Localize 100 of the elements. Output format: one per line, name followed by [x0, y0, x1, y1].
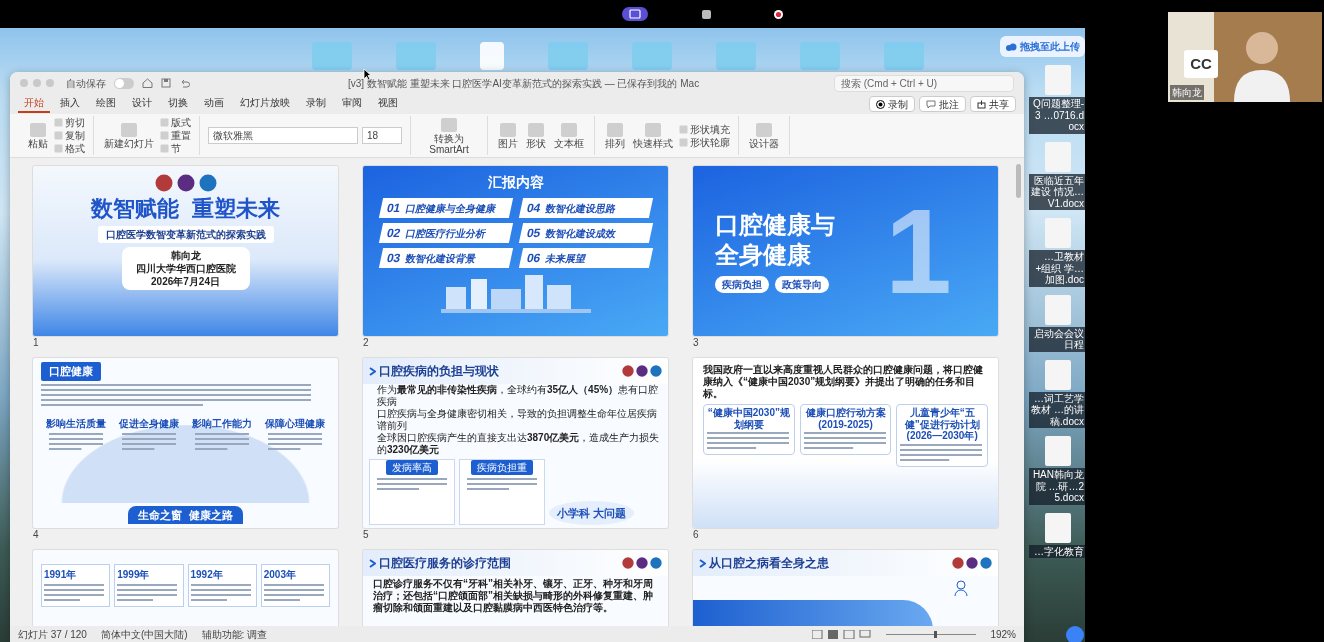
- ribbon-tab[interactable]: 幻灯片放映: [234, 95, 296, 113]
- ribbon-button[interactable]: 图片: [496, 122, 520, 149]
- folder-icon[interactable]: [884, 42, 924, 70]
- slide-number: 5: [363, 528, 370, 542]
- language-label: 简体中文(中国大陆): [100, 627, 188, 642]
- slide-thumbnail[interactable]: 口腔医疗服务的诊疗范围 口腔诊疗服务不仅有“牙科”相关补牙、镶牙、正牙、种牙和牙周治疗；还包括“口腔颌面部”相关缺损与畸形的外科修复重建、肿瘤切除和颌面重建以及口腔黏膜病中西医特色治疗等。: [363, 550, 668, 626]
- file-name[interactable]: 启动会会议日程: [1029, 326, 1085, 352]
- tool-icon: [440, 116, 458, 133]
- panel-title: 发病率高: [386, 460, 438, 475]
- widget-button[interactable]: [1066, 626, 1084, 642]
- slide-title: 汇报内容: [487, 173, 544, 192]
- slide-thumbnail[interactable]: 汇报内容 01 口腔健康与全身健康 04 数智化建设思路 02 口腔医疗行业分析 05 数智化建设成效 03 数智化建设背景 06 未来展望: [363, 166, 668, 336]
- slide-subtitle: 口腔医学数智变革新范式的探索实践: [97, 226, 274, 244]
- screen-share-button[interactable]: [622, 7, 648, 21]
- tool-icon: [499, 122, 517, 138]
- comment-button[interactable]: 批注: [919, 96, 966, 112]
- folder-icon[interactable]: [548, 42, 588, 70]
- ribbon-button[interactable]: 版式: [160, 116, 191, 129]
- document-icon[interactable]: [1045, 512, 1071, 543]
- ribbon-button[interactable]: 复制: [54, 129, 85, 142]
- item-label: 未来展望: [543, 251, 587, 266]
- item-number: 02: [384, 225, 402, 242]
- file-name[interactable]: 医临近五年建设 情况…V1.docx: [1029, 173, 1085, 210]
- year-label: 2003年: [263, 568, 297, 582]
- folder-icon[interactable]: [800, 42, 840, 70]
- folder-icon[interactable]: [632, 42, 672, 70]
- file-name[interactable]: HAN韩向龙院 …研…25.docx: [1029, 468, 1085, 505]
- ribbon-button[interactable]: 形状填充: [679, 122, 730, 136]
- ribbon-button[interactable]: 设计器: [747, 122, 781, 149]
- tool-icon: [644, 122, 662, 138]
- autosave-toggle[interactable]: [114, 77, 134, 89]
- record-button[interactable]: 录制: [869, 96, 915, 112]
- participant-name: 韩向龙: [1170, 85, 1204, 100]
- ribbon-tab[interactable]: 视图: [372, 95, 404, 113]
- ribbon-button[interactable]: 节: [160, 142, 191, 155]
- item-label: 数智化建设思路: [543, 201, 617, 216]
- search-field[interactable]: 搜索 (Cmd + Ctrl + U): [834, 74, 1014, 92]
- person-icon: [954, 580, 968, 596]
- folder-icon[interactable]: [396, 42, 436, 70]
- ribbon-button[interactable]: 文本框: [552, 122, 586, 149]
- ribbon-button[interactable]: 排列: [603, 122, 627, 149]
- ribbon-button[interactable]: 转换为SmartArt: [419, 116, 479, 155]
- ribbon-button[interactable]: 重置: [160, 129, 191, 142]
- slide-thumbnail[interactable]: 1991年 1999年 1992年 2003年: [33, 550, 338, 626]
- item-number: 03: [384, 250, 402, 267]
- item-number: 05: [524, 225, 542, 242]
- emblem-icon: [636, 557, 648, 569]
- slide-thumbnail[interactable]: 我国政府一直以来高度重视人民群众的口腔健康问题，将口腔健康纳入《“健康中国2030”规划纲要》并提出了明确的任务和目标。 “健康中国2030”规划纲要 健康口腔行动方案 (2019-2025) 儿童青少年“五健”促进行动计划 (2026—2030年): [693, 358, 998, 528]
- accessibility-status[interactable]: 辅助功能: 调查: [201, 626, 268, 642]
- slide-thumbnail[interactable]: 从口腔之病看全身之患: [693, 550, 998, 626]
- file-name[interactable]: …词工艺学教材 …的讲稿.docx: [1029, 391, 1085, 428]
- scrollbar-thumb[interactable]: [1016, 164, 1021, 198]
- save-icon[interactable]: [161, 78, 171, 88]
- ribbon-tab[interactable]: 插入: [54, 95, 86, 113]
- cloud-icon: [1005, 41, 1017, 52]
- font-dropdown[interactable]: 微软雅黑: [208, 127, 358, 144]
- ribbon-button[interactable]: 粘贴: [26, 122, 50, 149]
- logo-sign: CC: [1184, 50, 1218, 78]
- emblem-icon: [622, 557, 634, 569]
- slide-heading: 口腔健康: [41, 362, 101, 381]
- ribbon-tab[interactable]: 切换: [162, 95, 194, 113]
- folder-icon[interactable]: [312, 42, 352, 70]
- upload-button[interactable]: 拖拽至此上传: [1000, 36, 1085, 57]
- slide-thumbnail[interactable]: 口腔疾病的负担与现状 作为最常见的非传染性疾病，全球约有35亿人（45%）患有口腔疾病 口腔疾病与全身健康密切相关，导致的负担调整生命年位居疾病谱前列 全球因口腔疾病产生的直接支出达3870亿美元，造成生产力损失的3230亿美元 发病率高 疾病负担重 小学科 大问题: [363, 358, 668, 528]
- file-name[interactable]: …卫教材+组织 学…加图.doc: [1029, 250, 1085, 287]
- ribbon-button[interactable]: 快速样式: [631, 122, 675, 149]
- slide-thumbnail[interactable]: 口腔健康 影响生活质量 促进全身健康 影响工作能力 保障心理健康 生命之窗 健康之路: [33, 358, 338, 528]
- slide-heading: 口腔疾病的负担与现状: [379, 363, 499, 380]
- text-lines-drawing: [190, 584, 251, 604]
- bullet-text: 全球因口腔疾病产生的直接支出达3870亿美元，造成生产力损失的3230亿美元: [376, 432, 661, 456]
- ribbon-tab[interactable]: 审阅: [336, 95, 368, 113]
- item-label: 口腔医疗行业分析: [403, 226, 487, 241]
- tool-icon: [755, 122, 773, 138]
- bullet-text: 口腔疾病与全身健康密切相关，导致的负担调整生命年位居疾病谱前列: [376, 408, 658, 432]
- ribbon-tab[interactable]: 录制: [300, 95, 332, 113]
- dot-icon: [773, 8, 785, 20]
- text-lines-drawing: [467, 478, 537, 493]
- share-button[interactable]: 共享: [970, 96, 1016, 112]
- slide-thumbnail[interactable]: 数智赋能 重塑未来 口腔医学数智变革新范式的探索实践 韩向龙 四川大学华西口腔医院 2026年7月24日: [33, 166, 338, 336]
- ribbon-button[interactable]: 形状: [524, 122, 548, 149]
- window-title: [v3] 数智赋能 重塑未来 口腔医学AI变革新范式的探索实践 — 已保存到我的 Mac: [348, 76, 700, 91]
- ribbon-button[interactable]: 剪切: [54, 116, 85, 129]
- home-icon[interactable]: [142, 78, 153, 88]
- folder-icon[interactable]: [716, 42, 756, 70]
- font-size-dropdown[interactable]: 18: [362, 127, 402, 144]
- file-name[interactable]: …字化教育: [1029, 544, 1085, 558]
- view-icons[interactable]: [812, 629, 873, 639]
- ribbon-button[interactable]: 形状轮廓: [679, 135, 730, 149]
- year-label: 1992年: [190, 568, 224, 582]
- ribbon-button[interactable]: 格式: [54, 142, 85, 155]
- ribbon-tab[interactable]: 设计: [126, 95, 158, 113]
- ribbon-tab[interactable]: 动画: [198, 95, 230, 113]
- ribbon-tab[interactable]: 绘图: [90, 95, 122, 113]
- speech-bubble-icon: [926, 99, 936, 109]
- ribbon-button[interactable]: 新建幻灯片: [102, 122, 156, 149]
- undo-icon[interactable]: [179, 78, 190, 88]
- slide-thumbnail[interactable]: 口腔健康与全身健康 疾病负担 政策导向 1: [693, 166, 998, 336]
- emblem-icon: [966, 557, 978, 569]
- card-label: 影响生活质量: [46, 416, 106, 431]
- file-name[interactable]: Q问题整理-3 …0716.docx: [1029, 97, 1085, 134]
